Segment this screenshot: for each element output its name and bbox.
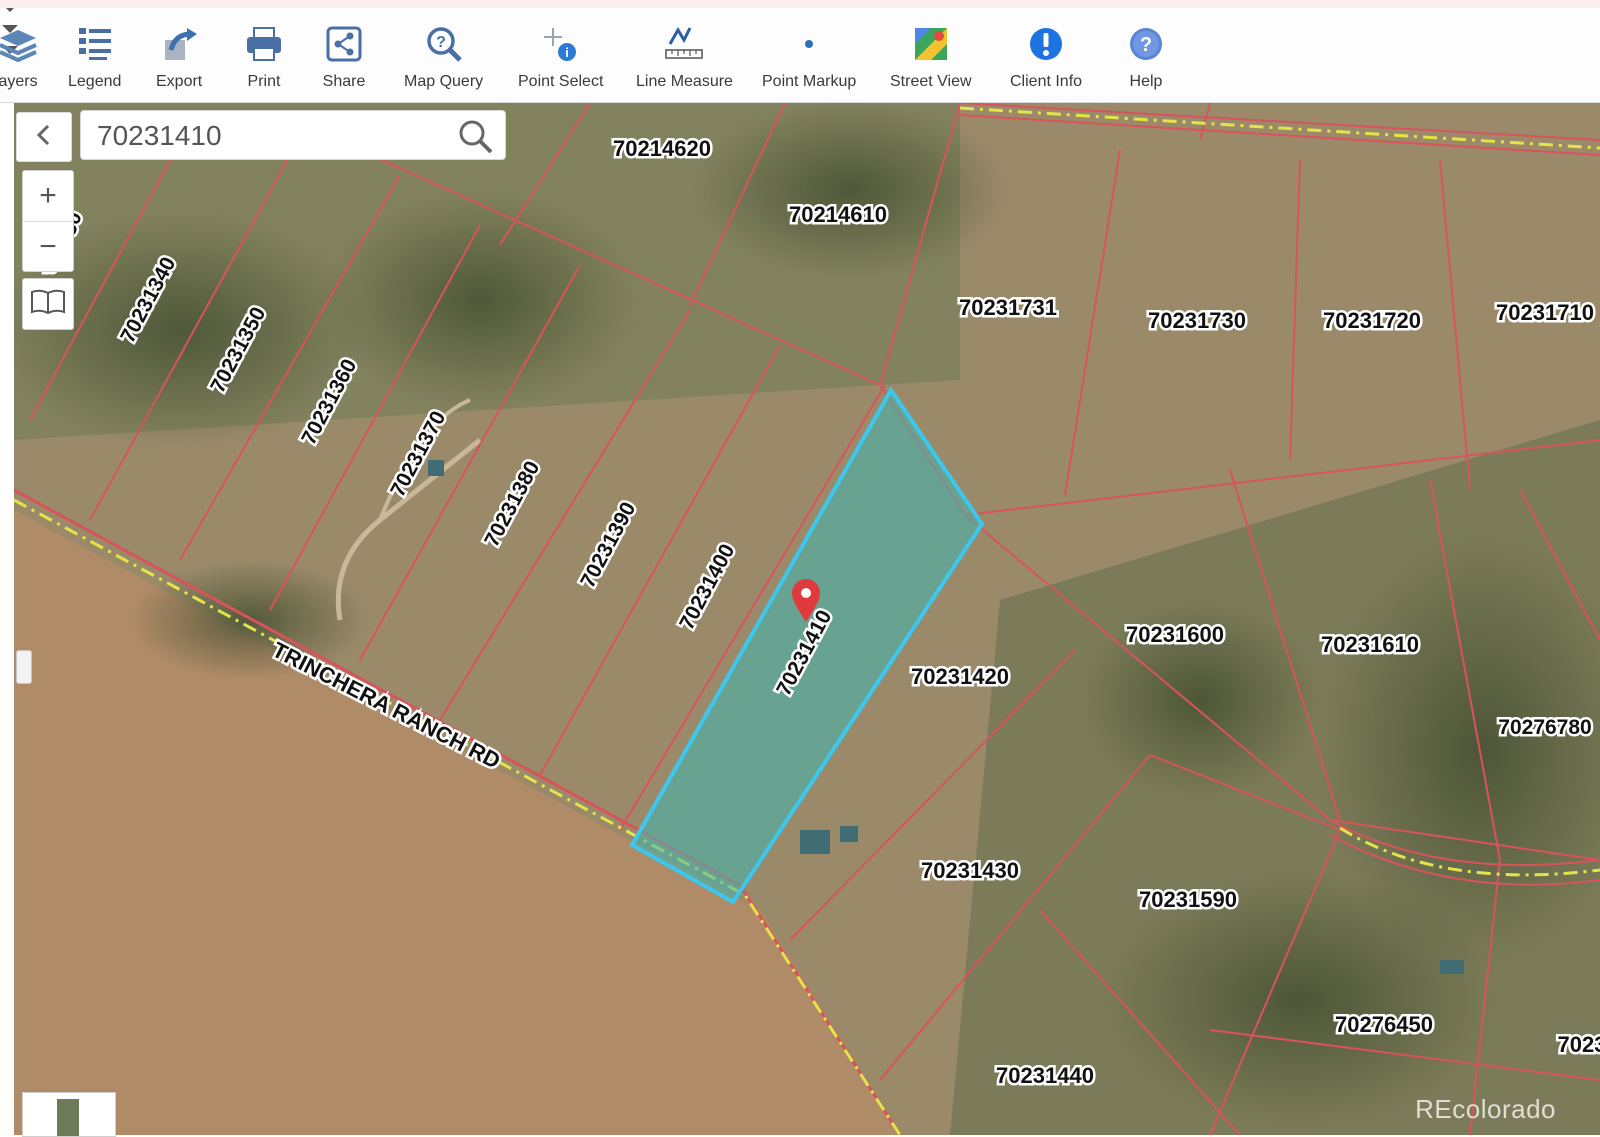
parcel-label: 70231430: [921, 858, 1019, 883]
svg-text:i: i: [565, 45, 569, 60]
basemap-thumbnail: [57, 1099, 79, 1136]
help-icon: ?: [1124, 22, 1168, 66]
toolbar-layers-button[interactable]: ayers: [0, 22, 40, 98]
left-panel-edge: [0, 103, 14, 1135]
bookmarks-button[interactable]: [22, 278, 74, 330]
point-select-icon: i: [539, 22, 583, 66]
map-query-icon: ?: [422, 22, 466, 66]
toolbar-print-button[interactable]: Print: [242, 22, 286, 98]
parcel-search-box[interactable]: [80, 110, 506, 160]
svg-text:?: ?: [436, 34, 446, 51]
parcel-label: 70276450: [1335, 1012, 1433, 1037]
parcel-label: 70231440: [996, 1063, 1094, 1088]
toolbar-legend-button[interactable]: Legend: [68, 22, 121, 98]
parcel-label: 70231610: [1321, 632, 1419, 657]
parcel-label: 70214610: [789, 202, 887, 227]
aerial-map[interactable]: 7021462070214610702313407023135070231360…: [0, 103, 1600, 1135]
toolbar-point-markup-button[interactable]: Point Markup: [762, 22, 856, 98]
street-view-icon: [909, 22, 953, 66]
toolbar-export-button[interactable]: Export: [156, 22, 202, 98]
map-toolbar: ayers Legend Export Print Share ? Map Qu…: [0, 0, 1600, 103]
client-info-icon: [1024, 22, 1068, 66]
parcel-label: 7023: [1558, 1032, 1600, 1057]
toolbar-top-strip: [0, 0, 1600, 8]
zoom-out-button[interactable]: −: [23, 222, 73, 272]
line-measure-icon: [662, 22, 706, 66]
parcel-label: 70231710: [1496, 300, 1594, 325]
watermark: REcolorado: [1415, 1094, 1556, 1124]
export-icon: [157, 22, 201, 66]
building: [428, 460, 444, 476]
tree-cluster: [690, 103, 1010, 280]
building: [1440, 960, 1464, 974]
basemap-toggle[interactable]: [22, 1092, 116, 1137]
building: [840, 826, 858, 842]
svg-text:?: ?: [1140, 34, 1152, 56]
parcel-label: 70214620: [613, 136, 711, 161]
parcel-label: 70276780: [1498, 716, 1591, 739]
print-icon: [242, 22, 286, 66]
toolbar-street-view-button[interactable]: Street View: [890, 22, 972, 98]
layers-icon: [0, 22, 40, 66]
search-input[interactable]: [95, 117, 449, 155]
toolbar-map-query-button[interactable]: ? Map Query: [404, 22, 483, 98]
panel-resize-handle[interactable]: [16, 650, 32, 684]
parcel-label: 70231731: [959, 295, 1057, 320]
parcel-label: 70231600: [1126, 622, 1224, 647]
zoom-control: + −: [22, 170, 74, 272]
toolbar-help-button[interactable]: ? Help: [1124, 22, 1168, 98]
toolbar-client-info-button[interactable]: Client Info: [1010, 22, 1082, 98]
toolbar-point-select-button[interactable]: i Point Select: [518, 22, 603, 98]
legend-icon: [73, 22, 117, 66]
toolbar-line-measure-button[interactable]: Line Measure: [636, 22, 733, 98]
search-icon[interactable]: [457, 118, 495, 156]
parcel-label: 70231590: [1139, 887, 1237, 912]
map-canvas[interactable]: 70214620 70214610 70231340 70231350 70231360…: [0, 103, 1600, 1135]
book-icon: [30, 288, 66, 321]
point-markup-icon: [787, 22, 831, 66]
parcel-label: 70231420: [911, 664, 1009, 689]
collapse-panel-button[interactable]: [16, 112, 72, 162]
tree-cluster: [320, 190, 640, 410]
chevron-left-icon: [34, 123, 54, 152]
building: [800, 830, 830, 854]
share-icon: [322, 22, 366, 66]
parcel-label: 70231730: [1148, 308, 1246, 333]
toolbar-share-button[interactable]: Share: [322, 22, 366, 98]
zoom-in-button[interactable]: +: [23, 171, 73, 222]
parcel-label: 70231720: [1323, 308, 1421, 333]
